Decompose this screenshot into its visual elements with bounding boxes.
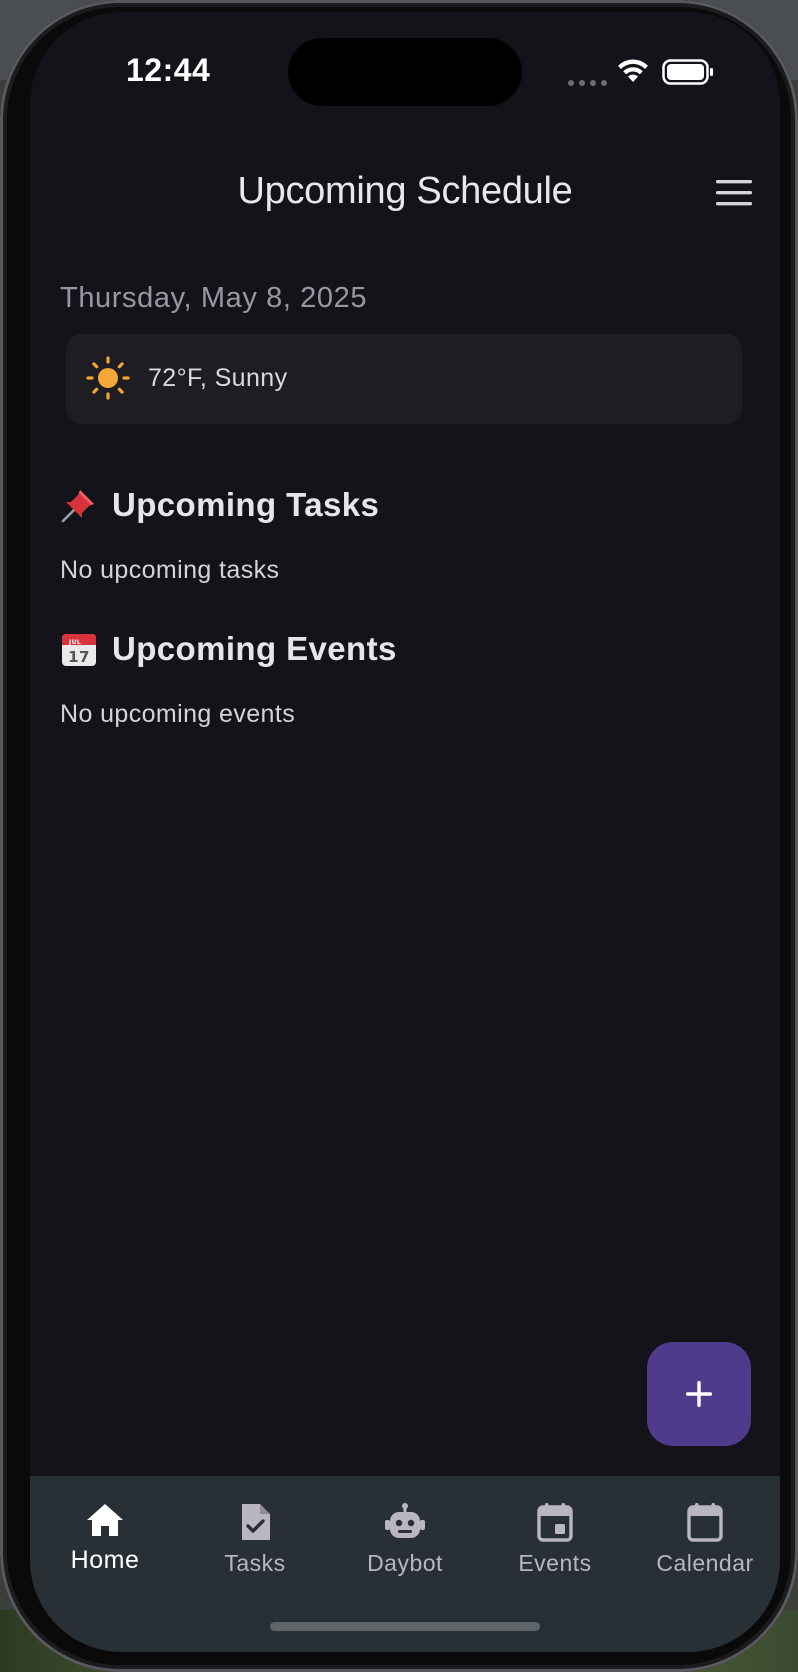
- upcoming-events-heading: JUL 17 Upcoming Events: [60, 630, 397, 668]
- calendar-blank-icon: [687, 1503, 723, 1542]
- robot-icon: [385, 1503, 425, 1538]
- nav-label-events: Events: [518, 1550, 592, 1576]
- dynamic-island: [288, 38, 522, 106]
- current-date: Thursday, May 8, 2025: [60, 282, 368, 314]
- nav-label-calendar: Calendar: [656, 1550, 754, 1576]
- cellular-signal-icon: [568, 80, 607, 86]
- phone-frame: 12:44 Upcoming Schedule Thursday, May 8,…: [0, 0, 798, 1672]
- battery-icon: [662, 59, 713, 85]
- nav-label-daybot: Daybot: [367, 1550, 443, 1576]
- status-time: 12:44: [126, 52, 211, 88]
- task-file-icon: [242, 1504, 270, 1540]
- calendar-icon-month: JUL: [68, 639, 81, 646]
- nav-item-calendar[interactable]: Calendar: [630, 1502, 780, 1577]
- calendar-icon: JUL 17: [62, 634, 96, 666]
- sun-icon: [86, 356, 130, 400]
- nav-label-tasks: Tasks: [224, 1550, 286, 1576]
- home-indicator[interactable]: [270, 1622, 540, 1631]
- add-button[interactable]: [647, 1342, 751, 1446]
- nav-item-tasks[interactable]: Tasks: [180, 1502, 330, 1577]
- upcoming-tasks-title: Upcoming Tasks: [112, 486, 380, 523]
- events-empty-message: No upcoming events: [60, 700, 296, 728]
- nav-item-daybot[interactable]: Daybot: [330, 1502, 480, 1577]
- home-icon: [87, 1504, 123, 1536]
- plus-icon: [686, 1381, 712, 1407]
- page-title: Upcoming Schedule: [237, 170, 573, 212]
- weather-card: 72°F, Sunny: [66, 334, 742, 424]
- weather-text: 72°F, Sunny: [148, 364, 288, 392]
- nav-label-home: Home: [70, 1546, 140, 1574]
- hamburger-menu-icon[interactable]: [716, 178, 752, 208]
- pushpin-icon: [61, 490, 94, 523]
- upcoming-tasks-heading: Upcoming Tasks: [60, 486, 379, 524]
- tasks-empty-message: No upcoming tasks: [60, 556, 280, 584]
- app-screen: 12:44 Upcoming Schedule Thursday, May 8,…: [30, 12, 780, 1652]
- nav-item-home[interactable]: Home: [30, 1502, 180, 1575]
- upcoming-events-title: Upcoming Events: [112, 630, 397, 667]
- wifi-icon: [618, 59, 648, 82]
- nav-item-events[interactable]: Events: [480, 1502, 630, 1577]
- event-icon: [537, 1503, 573, 1542]
- calendar-icon-day: 17: [68, 648, 90, 666]
